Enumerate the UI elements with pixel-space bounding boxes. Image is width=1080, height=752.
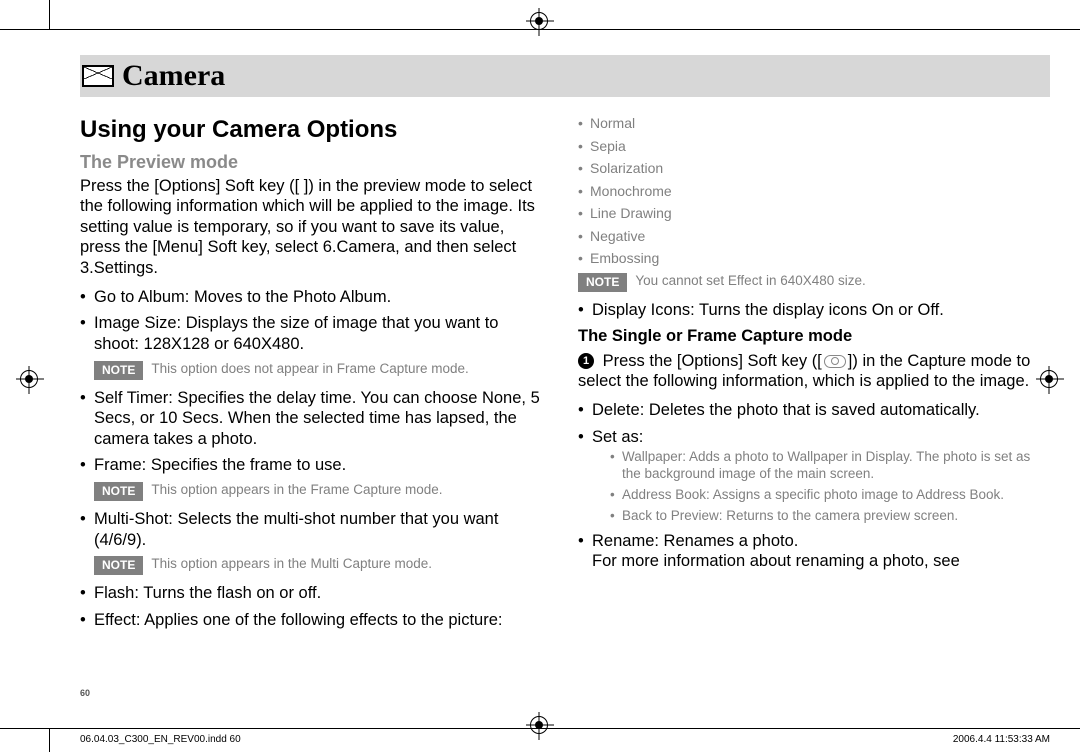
note-label: NOTE (578, 273, 627, 292)
section-title: Camera (122, 59, 225, 93)
step-number-icon: 1 (578, 353, 594, 369)
capture-paragraph: 1 Press the [Options] Soft key ([]) in t… (578, 351, 1038, 392)
softkey-icon (824, 355, 846, 368)
list-item: Back to Preview: Returns to the camera p… (610, 508, 1038, 525)
note-block: NOTE This option does not appear in Fram… (94, 361, 540, 380)
options-list: Go to Album: Moves to the Photo Album. I… (80, 287, 540, 355)
effects-list: Normal Sepia Solarization Monochrome Lin… (578, 115, 1038, 268)
heading-mode: The Single or Frame Capture mode (578, 326, 1038, 347)
left-column: Using your Camera Options The Preview mo… (80, 115, 540, 637)
list-item: Multi-Shot: Selects the multi-shot numbe… (80, 509, 540, 550)
list-item: Set as: Wallpaper: Adds a photo to Wallp… (578, 427, 1038, 525)
note-block: NOTE This option appears in the Multi Ca… (94, 556, 540, 575)
note-block: NOTE This option appears in the Frame Ca… (94, 482, 540, 501)
note-label: NOTE (94, 361, 143, 380)
note-text: This option appears in the Frame Capture… (151, 482, 442, 499)
list-item: Address Book: Assigns a specific photo i… (610, 487, 1038, 504)
registration-mark-icon (530, 12, 548, 30)
heading-sub: The Preview mode (80, 151, 540, 174)
print-footer: 06.04.03_C300_EN_REV00.indd 60 2006.4.4 … (80, 734, 1050, 745)
list-item: Self Timer: Specifies the delay time. Yo… (80, 388, 540, 450)
page-number: 60 (80, 688, 90, 698)
note-block: NOTE You cannot set Effect in 640X480 si… (578, 273, 1038, 292)
note-text: This option appears in the Multi Capture… (151, 556, 432, 573)
note-text: You cannot set Effect in 640X480 size. (635, 273, 865, 290)
options-list: Self Timer: Specifies the delay time. Yo… (80, 388, 540, 477)
list-item: Delete: Deletes the photo that is saved … (578, 400, 1038, 421)
content-area: Camera Using your Camera Options The Pre… (80, 55, 1050, 637)
options-list: Display Icons: Turns the display icons O… (578, 300, 1038, 321)
list-item: Wallpaper: Adds a photo to Wallpaper in … (610, 449, 1038, 483)
list-item: Normal (578, 115, 1038, 133)
note-label: NOTE (94, 482, 143, 501)
list-item: Sepia (578, 138, 1038, 156)
list-item: Flash: Turns the flash on or off. (80, 583, 540, 604)
right-column: Normal Sepia Solarization Monochrome Lin… (578, 115, 1038, 637)
list-item: Line Drawing (578, 205, 1038, 223)
list-item: Solarization (578, 160, 1038, 178)
list-item: Frame: Specifies the frame to use. (80, 455, 540, 476)
list-item: Monochrome (578, 183, 1038, 201)
note-label: NOTE (94, 556, 143, 575)
crop-line (49, 0, 50, 30)
section-title-bar: Camera (80, 55, 1050, 97)
manual-page: Camera Using your Camera Options The Pre… (0, 0, 1080, 752)
list-item: Go to Album: Moves to the Photo Album. (80, 287, 540, 308)
envelope-icon (82, 65, 114, 87)
footer-file: 06.04.03_C300_EN_REV00.indd 60 (80, 734, 241, 745)
options-list: Multi-Shot: Selects the multi-shot numbe… (80, 509, 540, 550)
intro-paragraph: Press the [Options] Soft key ([ ]) in th… (80, 176, 540, 279)
options-list: Flash: Turns the flash on or off. Effect… (80, 583, 540, 630)
registration-mark-icon (20, 370, 38, 388)
crop-line (49, 728, 50, 752)
list-item: Display Icons: Turns the display icons O… (578, 300, 1038, 321)
capture-options-list: Delete: Deletes the photo that is saved … (578, 400, 1038, 572)
footer-timestamp: 2006.4.4 11:53:33 AM (953, 734, 1050, 745)
list-item: Embossing (578, 250, 1038, 268)
heading-main: Using your Camera Options (80, 115, 540, 145)
list-item-label: Set as: (592, 428, 643, 446)
list-item: Rename: Renames a photo. For more inform… (578, 531, 1038, 572)
list-item: Negative (578, 228, 1038, 246)
setas-sublist: Wallpaper: Adds a photo to Wallpaper in … (610, 449, 1038, 525)
note-text: This option does not appear in Frame Cap… (151, 361, 468, 378)
list-item: Image Size: Displays the size of image t… (80, 313, 540, 354)
registration-mark-icon (530, 716, 548, 734)
list-item: Effect: Applies one of the following eff… (80, 610, 540, 631)
capture-text-a: Press the [Options] Soft key ([ (603, 352, 822, 370)
